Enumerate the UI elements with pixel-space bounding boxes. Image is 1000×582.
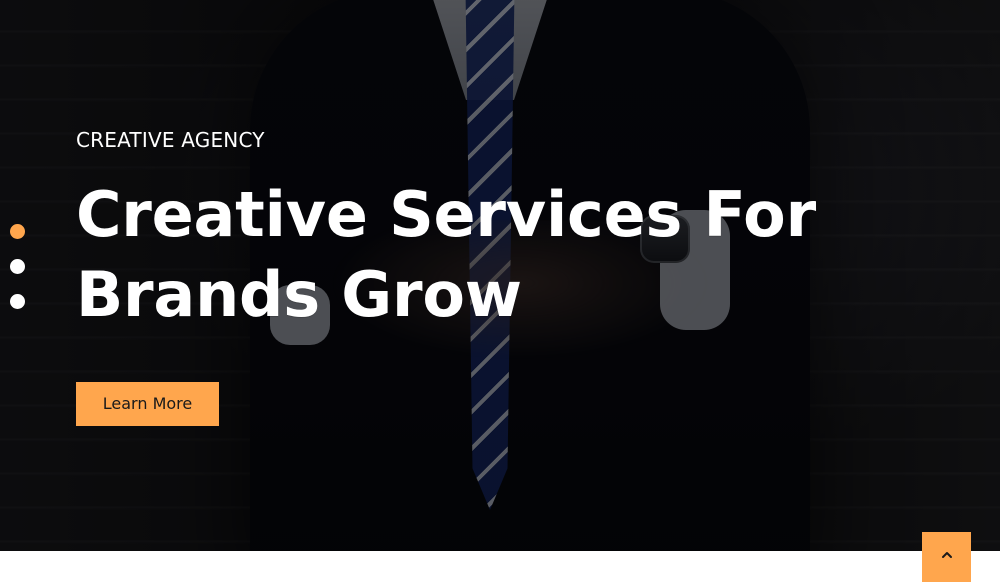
slide-dot-2[interactable]	[10, 259, 25, 274]
hero-eyebrow: CREATIVE AGENCY	[76, 128, 265, 152]
hero-headline: Creative Services For Brands Grow	[76, 178, 816, 331]
back-to-top-button[interactable]	[922, 532, 971, 582]
chevron-up-icon	[939, 547, 955, 568]
below-hero	[0, 551, 1000, 582]
hero-section: CREATIVE AGENCY Creative Services For Br…	[0, 0, 1000, 551]
slide-dot-3[interactable]	[10, 294, 25, 309]
slide-dot-1[interactable]	[10, 224, 25, 239]
slider-pagination	[10, 224, 26, 314]
hero-content: CREATIVE AGENCY Creative Services For Br…	[76, 127, 896, 426]
learn-more-button[interactable]: Learn More	[76, 382, 219, 426]
